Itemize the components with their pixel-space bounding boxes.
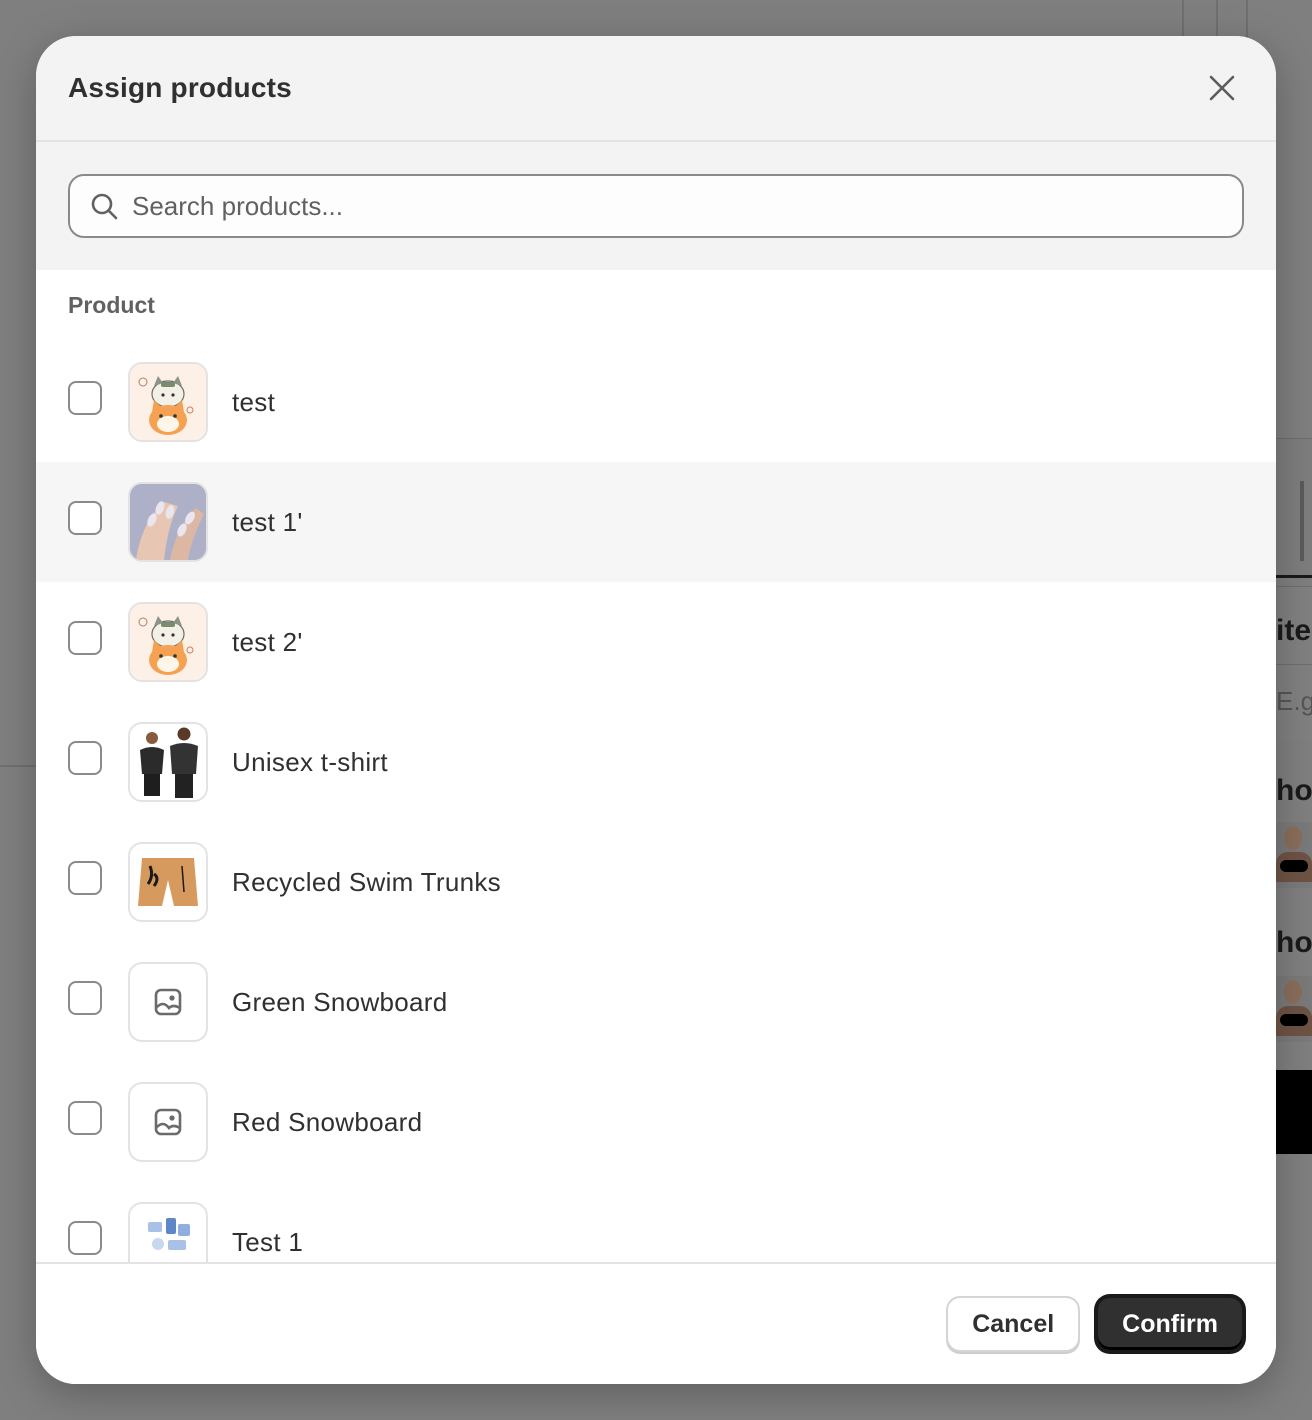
cancel-button[interactable]: Cancel <box>946 1296 1081 1352</box>
product-name: Red Snowboard <box>232 1106 423 1137</box>
product-image <box>128 722 208 802</box>
search-field[interactable] <box>68 174 1244 238</box>
background-heading: iter <box>1276 614 1312 647</box>
modal-title: Assign products <box>68 72 292 103</box>
product-name: Test 1 <box>232 1226 304 1257</box>
cartoon-cats-image <box>130 604 206 680</box>
product-list: Product test test 1' test 2' Unisex t-sh… <box>36 270 1276 1262</box>
tshirt-models-image <box>130 724 206 800</box>
product-checkbox[interactable] <box>68 1101 102 1135</box>
product-name: Unisex t-shirt <box>232 746 388 777</box>
product-checkbox[interactable] <box>68 1221 102 1255</box>
product-name: test <box>232 386 276 417</box>
product-checkbox[interactable] <box>68 861 102 895</box>
background-product-image <box>1276 976 1312 1042</box>
product-row[interactable]: Unisex t-shirt <box>36 702 1276 822</box>
placeholder-image-icon <box>154 988 182 1016</box>
product-row[interactable]: test 2' <box>36 582 1276 702</box>
product-name: Recycled Swim Trunks <box>232 866 501 897</box>
product-name: test 1' <box>232 506 303 537</box>
close-button[interactable] <box>1200 66 1244 110</box>
background-divider <box>1182 0 1184 40</box>
product-image <box>128 482 208 562</box>
product-row[interactable]: Green Snowboard <box>36 942 1276 1062</box>
product-image <box>128 842 208 922</box>
product-checkbox[interactable] <box>68 621 102 655</box>
confirm-button[interactable]: Confirm <box>1096 1296 1244 1352</box>
product-checkbox[interactable] <box>68 981 102 1015</box>
product-name: test 2' <box>232 626 303 657</box>
product-checkbox[interactable] <box>68 501 102 535</box>
background-tab-strip <box>1276 438 1312 578</box>
background-divider <box>1246 0 1248 40</box>
background-divider <box>0 765 40 767</box>
search-icon <box>91 193 118 220</box>
product-row[interactable]: Test 1 <box>36 1182 1276 1262</box>
swim-trunks-image <box>130 844 206 920</box>
placeholder-image-icon <box>154 1108 182 1136</box>
nails-image <box>130 484 206 560</box>
background-heading: hoo <box>1276 774 1312 807</box>
cartoon-cats-image <box>130 364 206 440</box>
product-row[interactable]: test <box>36 342 1276 462</box>
product-image <box>128 1082 208 1162</box>
blue-illustration-image <box>130 1204 206 1262</box>
product-checkbox[interactable] <box>68 741 102 775</box>
product-row[interactable]: test 1' <box>36 462 1276 582</box>
background-dark-block <box>1276 1070 1312 1154</box>
background-divider <box>1216 0 1218 40</box>
search-input[interactable] <box>132 190 1222 222</box>
product-checkbox[interactable] <box>68 381 102 415</box>
close-icon <box>1209 75 1235 101</box>
product-row[interactable]: Recycled Swim Trunks <box>36 822 1276 942</box>
search-section <box>36 142 1276 270</box>
product-image <box>128 362 208 442</box>
product-row[interactable]: Red Snowboard <box>36 1062 1276 1182</box>
product-image <box>128 1202 208 1262</box>
product-image <box>128 602 208 682</box>
background-product-image <box>1276 822 1312 888</box>
product-name: Green Snowboard <box>232 986 448 1017</box>
modal-footer: Cancel Confirm <box>36 1262 1276 1384</box>
background-heading: hoo <box>1276 926 1312 959</box>
modal-header: Assign products <box>36 36 1276 142</box>
product-image <box>128 962 208 1042</box>
background-input-placeholder: E.g <box>1276 686 1312 716</box>
assign-products-modal: Assign products Product <box>36 36 1276 1384</box>
